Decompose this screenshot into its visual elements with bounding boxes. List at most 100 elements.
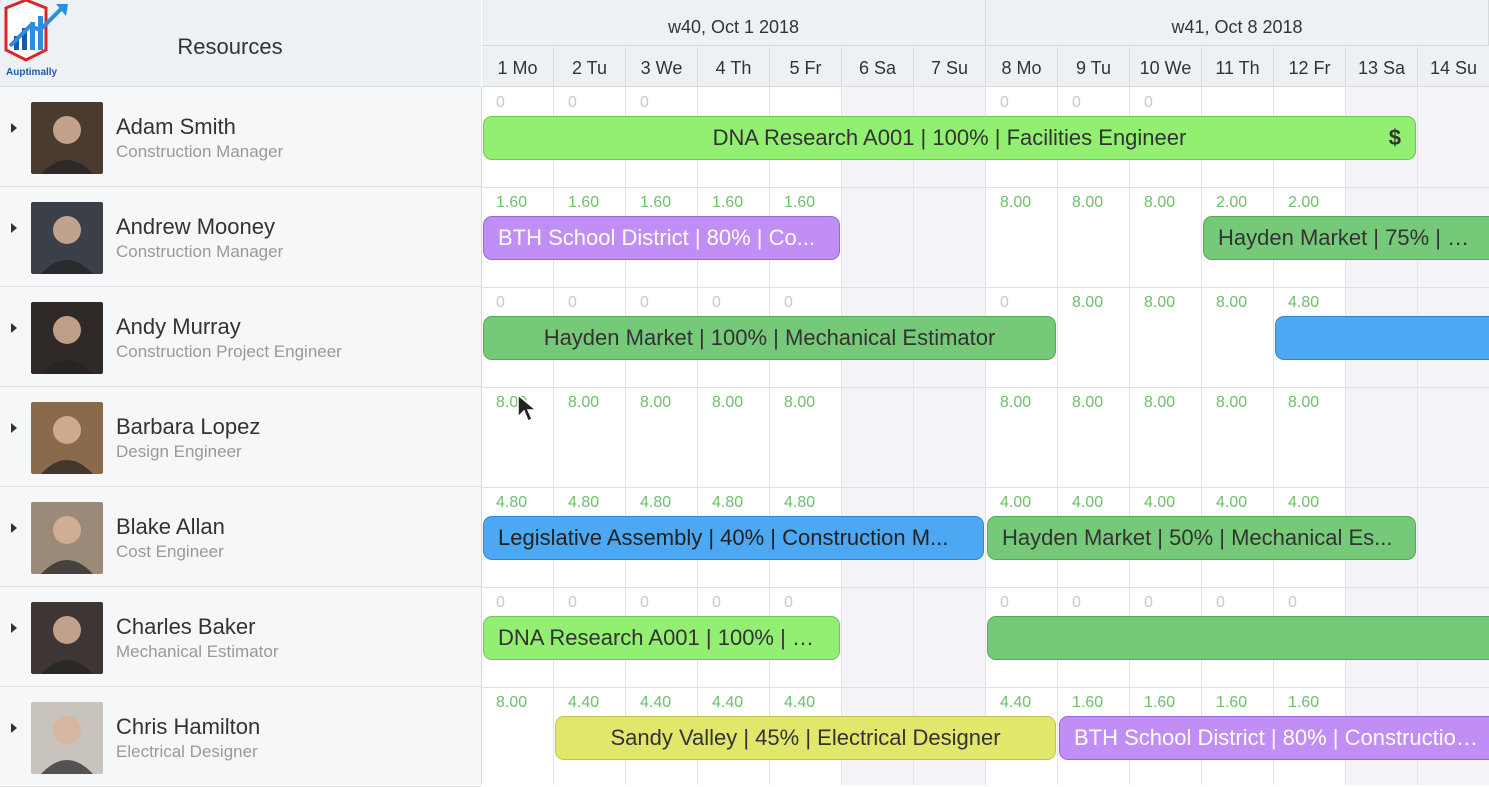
resource-name: Andy Murray — [116, 314, 241, 339]
resource-row[interactable]: Barbara Lopez Design Engineer — [0, 387, 481, 487]
expand-caret-icon[interactable] — [11, 723, 17, 733]
resource-role: Mechanical Estimator — [116, 642, 279, 661]
day-column — [842, 87, 914, 785]
avatar — [31, 102, 103, 174]
assignment-bar[interactable] — [1275, 316, 1489, 360]
allocated-hours: 0 — [640, 594, 649, 611]
assignment-bar[interactable]: Sandy Valley | 45% | Electrical Designer — [555, 716, 1056, 760]
allocated-hours: 8.00 — [568, 394, 600, 411]
allocated-hours: 1.60 — [1216, 694, 1248, 711]
assignment-label: Sandy Valley | 45% | Electrical Designer — [610, 725, 1001, 750]
assignment-bar[interactable]: DNA Research A001 | 100% | Facilities En… — [483, 116, 1416, 160]
day-column — [1346, 87, 1418, 785]
day-column — [482, 87, 554, 785]
row-divider — [482, 587, 1489, 588]
avatar — [31, 402, 103, 474]
expand-caret-icon[interactable] — [11, 323, 17, 333]
allocated-hours: 1.60 — [712, 194, 744, 211]
resource-role: Cost Engineer — [116, 542, 224, 561]
assignment-bar[interactable]: Hayden Market | 100% | Mechanical Estima… — [483, 316, 1056, 360]
resource-row[interactable]: Adam Smith Construction Manager — [0, 87, 481, 187]
allocated-hours: 0 — [640, 94, 649, 111]
assignment-label: Hayden Market | 50% | Mechanical Es... — [1002, 525, 1393, 550]
resource-row[interactable]: Andrew Mooney Construction Manager — [0, 187, 481, 287]
assignment-bar[interactable]: DNA Research A001 | 100% | Me... — [483, 616, 840, 660]
day-column — [698, 87, 770, 785]
expand-caret-icon[interactable] — [11, 623, 17, 633]
day-column — [770, 87, 842, 785]
avatar — [31, 502, 103, 574]
avatar — [31, 702, 103, 774]
resource-row[interactable]: Andy Murray Construction Project Engineer — [0, 287, 481, 387]
day-header: 6 Sa — [842, 47, 914, 86]
day-column — [1058, 87, 1130, 785]
assignment-bar[interactable]: Hayden Market | 50% | Mechanical Es... — [987, 516, 1416, 560]
allocated-hours: 0 — [1072, 594, 1081, 611]
resource-row[interactable]: Blake Allan Cost Engineer — [0, 487, 481, 587]
allocated-hours: 4.40 — [712, 694, 744, 711]
allocated-hours: 2.00 — [1288, 194, 1320, 211]
assignment-label: BTH School District | 80% | Construction… — [1074, 725, 1489, 750]
resource-row[interactable]: Charles Baker Mechanical Estimator — [0, 587, 481, 687]
assignment-bar[interactable]: Legislative Assembly | 40% | Constructio… — [483, 516, 984, 560]
billable-dollar-icon: $ — [1388, 125, 1401, 150]
assignment-bar[interactable]: BTH School District | 80% | Construction… — [1059, 716, 1489, 760]
allocated-hours: 4.80 — [712, 494, 744, 511]
expand-caret-icon[interactable] — [11, 523, 17, 533]
assignment-bar[interactable] — [987, 616, 1489, 660]
allocated-hours: 1.60 — [784, 194, 816, 211]
allocated-hours: 0 — [640, 294, 649, 311]
resource-role: Construction Project Engineer — [116, 342, 342, 361]
assignment-label: DNA Research A001 | 100% | Facilities En… — [712, 125, 1187, 150]
expand-caret-icon[interactable] — [11, 423, 17, 433]
allocated-hours: 8.00 — [1000, 194, 1032, 211]
day-column — [626, 87, 698, 785]
expand-caret-icon[interactable] — [11, 123, 17, 133]
allocated-hours: 8.00 — [784, 394, 816, 411]
assignment-label: BTH School District | 80% | Co... — [498, 225, 816, 250]
row-divider — [482, 287, 1489, 288]
allocated-hours: 0 — [496, 594, 505, 611]
assignment-label: Hayden Market | 100% | Mechanical Estima… — [543, 325, 996, 350]
assignment-bar[interactable]: BTH School District | 80% | Co... — [483, 216, 840, 260]
allocated-hours: 4.40 — [640, 694, 672, 711]
allocated-hours: 1.60 — [1072, 694, 1104, 711]
day-header: 9 Tu — [1058, 47, 1130, 86]
row-divider — [482, 487, 1489, 488]
allocated-hours: 4.00 — [1072, 494, 1104, 511]
allocated-hours: 0 — [496, 294, 505, 311]
day-column — [986, 87, 1058, 785]
day-header: 12 Fr — [1274, 47, 1346, 86]
day-column — [1418, 87, 1489, 785]
resource-name: Andrew Mooney — [116, 214, 275, 239]
week-header: w40, Oct 1 2018 — [482, 0, 986, 46]
allocated-hours: 0 — [568, 294, 577, 311]
allocated-hours: 4.40 — [784, 694, 816, 711]
resource-role: Design Engineer — [116, 442, 242, 461]
assignment-label: Hayden Market | 75% | Mechanical Estimat… — [1218, 225, 1489, 250]
timeline-grid: 0 0 0 0 0 0 DNA Research A001 | 100% | Facilit… — [482, 87, 1489, 785]
allocated-hours: 8.00 — [1072, 294, 1104, 311]
row-divider — [482, 687, 1489, 688]
allocated-hours: 1.60 — [1288, 694, 1320, 711]
resource-role: Construction Manager — [116, 142, 284, 161]
day-header: 1 Mo — [482, 47, 554, 86]
day-header: 13 Sa — [1346, 47, 1418, 86]
assignment-bar[interactable]: Hayden Market | 75% | Mechanical Estimat… — [1203, 216, 1489, 260]
allocated-hours: 1.60 — [1144, 694, 1176, 711]
avatar — [31, 302, 103, 374]
day-column — [1130, 87, 1202, 785]
day-header: 7 Su — [914, 47, 986, 86]
day-header: 4 Th — [698, 47, 770, 86]
assignment-label: DNA Research A001 | 100% | Me... — [498, 625, 840, 650]
allocated-hours: 8.00 — [1144, 394, 1176, 411]
resource-list: Adam Smith Construction Manager Andrew Moo… — [0, 87, 482, 787]
resource-row[interactable]: Chris Hamilton Electrical Designer — [0, 687, 481, 787]
allocated-hours: 8.00 — [496, 694, 528, 711]
expand-caret-icon[interactable] — [11, 223, 17, 233]
allocated-hours: 8.00 — [1144, 194, 1176, 211]
day-column — [554, 87, 626, 785]
allocated-hours: 4.40 — [568, 694, 600, 711]
allocated-hours: 0 — [1072, 94, 1081, 111]
day-column — [914, 87, 986, 785]
